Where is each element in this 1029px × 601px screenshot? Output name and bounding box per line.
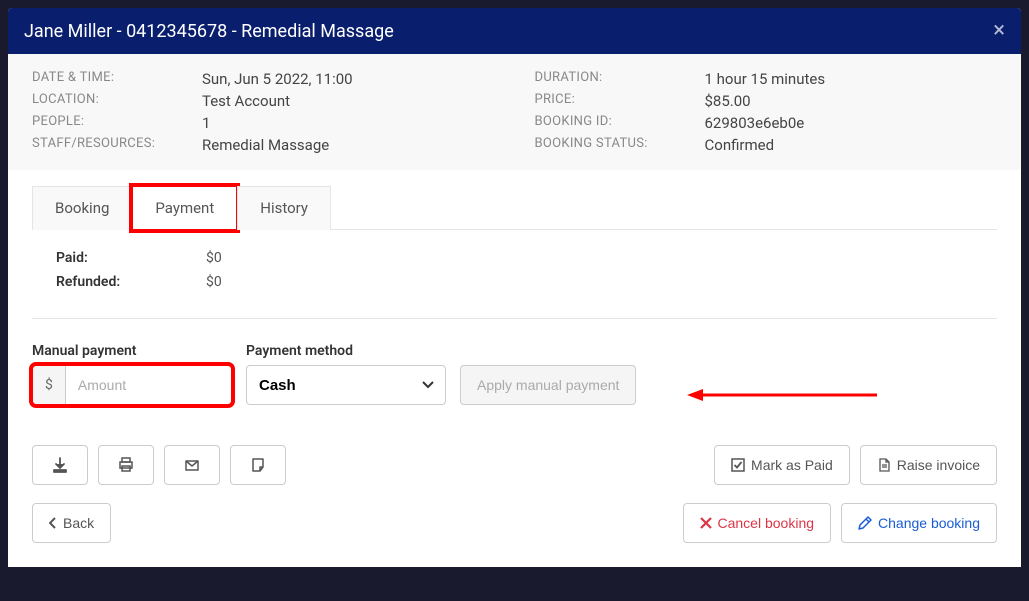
amount-input-group: $ xyxy=(32,365,232,405)
modal-title: Jane Miller - 0412345678 - Remedial Mass… xyxy=(24,21,394,42)
raise-invoice-button[interactable]: Raise invoice xyxy=(860,445,997,485)
close-icon[interactable]: × xyxy=(993,20,1005,42)
people-label: PEOPLE: xyxy=(32,114,202,132)
duration-value: 1 hour 15 minutes xyxy=(705,70,998,88)
chevron-left-icon xyxy=(49,517,57,529)
footer-actions-row-1: Mark as Paid Raise invoice xyxy=(32,445,997,485)
details-right: DURATION: 1 hour 15 minutes PRICE: $85.0… xyxy=(535,70,998,154)
status-label: BOOKING STATUS: xyxy=(535,136,705,154)
change-booking-button[interactable]: Change booking xyxy=(841,503,997,543)
staff-label: STAFF/RESOURCES: xyxy=(32,136,202,154)
amount-input[interactable] xyxy=(66,366,232,404)
footer-actions-row-2: Back Cancel booking Change booking xyxy=(32,503,997,543)
paid-label: Paid: xyxy=(56,250,206,266)
status-value: Confirmed xyxy=(705,136,998,154)
payment-method-label: Payment method xyxy=(246,343,446,359)
note-icon xyxy=(250,457,266,473)
raise-invoice-label: Raise invoice xyxy=(897,457,980,473)
x-icon xyxy=(700,517,712,529)
booking-modal: Jane Miller - 0412345678 - Remedial Mass… xyxy=(8,8,1021,567)
date-time-label: DATE & TIME: xyxy=(32,70,202,88)
paid-value: $0 xyxy=(206,250,997,266)
tabs: Booking Payment History xyxy=(32,186,997,230)
manual-payment-form: Manual payment $ Payment method Cash xyxy=(32,343,997,405)
currency-symbol: $ xyxy=(33,366,66,404)
price-label: PRICE: xyxy=(535,92,705,110)
people-value: 1 xyxy=(202,114,495,132)
back-button[interactable]: Back xyxy=(32,503,111,543)
cancel-booking-label: Cancel booking xyxy=(718,515,815,531)
refunded-value: $0 xyxy=(206,274,997,290)
apply-manual-payment-button[interactable]: Apply manual payment xyxy=(460,365,636,405)
document-icon xyxy=(877,458,891,472)
print-button[interactable] xyxy=(98,445,154,485)
edit-icon xyxy=(858,516,872,530)
date-time-value: Sun, Jun 5 2022, 11:00 xyxy=(202,70,495,88)
annotation-arrow-icon xyxy=(687,385,877,405)
refunded-label: Refunded: xyxy=(56,274,206,290)
manual-payment-label: Manual payment xyxy=(32,343,232,359)
note-button[interactable] xyxy=(230,445,286,485)
mark-as-paid-label: Mark as Paid xyxy=(751,457,833,473)
booking-id-label: BOOKING ID: xyxy=(535,114,705,132)
back-label: Back xyxy=(63,515,94,531)
envelope-icon xyxy=(184,457,200,473)
download-icon xyxy=(52,457,68,473)
download-button[interactable] xyxy=(32,445,88,485)
modal-body: Booking Payment History Paid: $0 Refunde… xyxy=(8,170,1021,567)
check-square-icon xyxy=(731,458,745,472)
mark-as-paid-button[interactable]: Mark as Paid xyxy=(714,445,850,485)
print-icon xyxy=(118,457,134,473)
email-button[interactable] xyxy=(164,445,220,485)
modal-header: Jane Miller - 0412345678 - Remedial Mass… xyxy=(8,8,1021,54)
location-value: Test Account xyxy=(202,92,495,110)
details-left: DATE & TIME: Sun, Jun 5 2022, 11:00 LOCA… xyxy=(32,70,495,154)
staff-value: Remedial Massage xyxy=(202,136,495,154)
payment-summary: Paid: $0 Refunded: $0 xyxy=(32,250,997,319)
location-label: LOCATION: xyxy=(32,92,202,110)
cancel-booking-button[interactable]: Cancel booking xyxy=(683,503,832,543)
tab-history[interactable]: History xyxy=(237,186,331,230)
change-booking-label: Change booking xyxy=(878,515,980,531)
booking-details: DATE & TIME: Sun, Jun 5 2022, 11:00 LOCA… xyxy=(8,54,1021,170)
booking-id-value: 629803e6eb0e xyxy=(705,114,998,132)
tab-booking[interactable]: Booking xyxy=(32,186,132,230)
tab-payment[interactable]: Payment xyxy=(132,186,237,230)
duration-label: DURATION: xyxy=(535,70,705,88)
price-value: $85.00 xyxy=(705,92,998,110)
payment-method-select[interactable]: Cash xyxy=(246,365,446,405)
